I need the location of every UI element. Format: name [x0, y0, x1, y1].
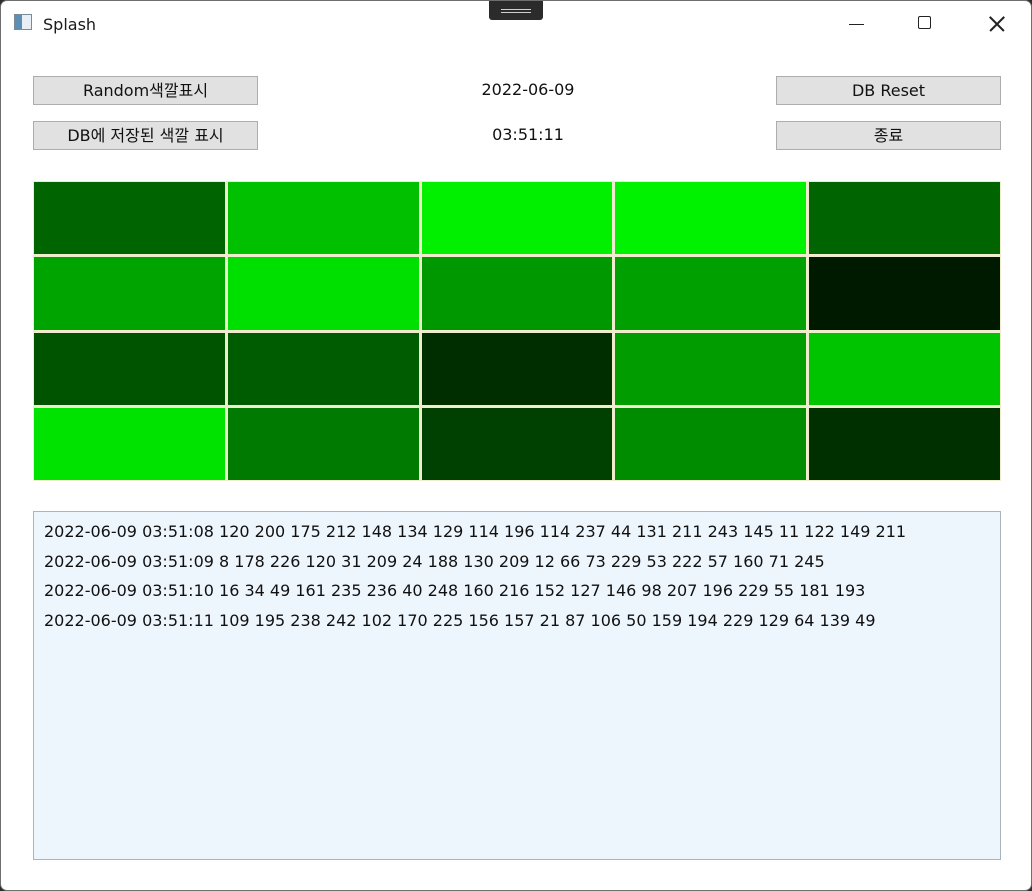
app-window-icon: [14, 14, 32, 30]
color-grid: [33, 181, 1001, 481]
color-cell: [809, 407, 1000, 480]
color-cell: [615, 182, 807, 255]
color-cell: [227, 407, 419, 480]
color-cell: [615, 407, 807, 480]
random-color-button[interactable]: Random색깔표시: [33, 76, 258, 105]
color-cell: [421, 182, 613, 255]
color-cell: [615, 257, 807, 330]
snap-layout-handle[interactable]: [489, 1, 543, 20]
log-listbox[interactable]: 2022-06-09 03:51:08 120 200 175 212 148 …: [33, 511, 1001, 860]
color-cell: [34, 182, 225, 255]
color-cell: [34, 257, 225, 330]
log-list-item[interactable]: 2022-06-09 03:51:11 109 195 238 242 102 …: [44, 608, 990, 638]
color-cell: [809, 182, 1000, 255]
color-cell: [227, 182, 419, 255]
log-list-item[interactable]: 2022-06-09 03:51:08 120 200 175 212 148 …: [44, 519, 990, 549]
log-list-item[interactable]: 2022-06-09 03:51:10 16 34 49 161 235 236…: [44, 578, 990, 608]
title-bar[interactable]: Splash: [1, 1, 1031, 47]
minimize-button[interactable]: [833, 7, 879, 41]
color-cell: [227, 257, 419, 330]
time-label: 03:51:11: [492, 125, 564, 144]
color-cell: [421, 332, 613, 405]
color-cell: [34, 407, 225, 480]
color-cell: [421, 257, 613, 330]
exit-button[interactable]: 종료: [776, 121, 1001, 150]
close-button[interactable]: [973, 7, 1019, 41]
window-title: Splash: [43, 15, 97, 34]
show-db-colors-button[interactable]: DB에 저장된 색깔 표시: [33, 121, 258, 150]
date-label: 2022-06-09: [481, 80, 575, 99]
color-cell: [809, 332, 1000, 405]
log-list-item[interactable]: 2022-06-09 03:51:09 8 178 226 120 31 209…: [44, 549, 990, 579]
color-cell: [809, 257, 1000, 330]
app-window: Splash Random색깔표시 DB에 저장된 색깔 표시 2022-06-…: [0, 0, 1032, 891]
color-cell: [615, 332, 807, 405]
db-reset-button[interactable]: DB Reset: [776, 76, 1001, 105]
color-cell: [34, 332, 225, 405]
maximize-button[interactable]: [902, 7, 948, 41]
color-cell: [421, 407, 613, 480]
color-cell: [227, 332, 419, 405]
